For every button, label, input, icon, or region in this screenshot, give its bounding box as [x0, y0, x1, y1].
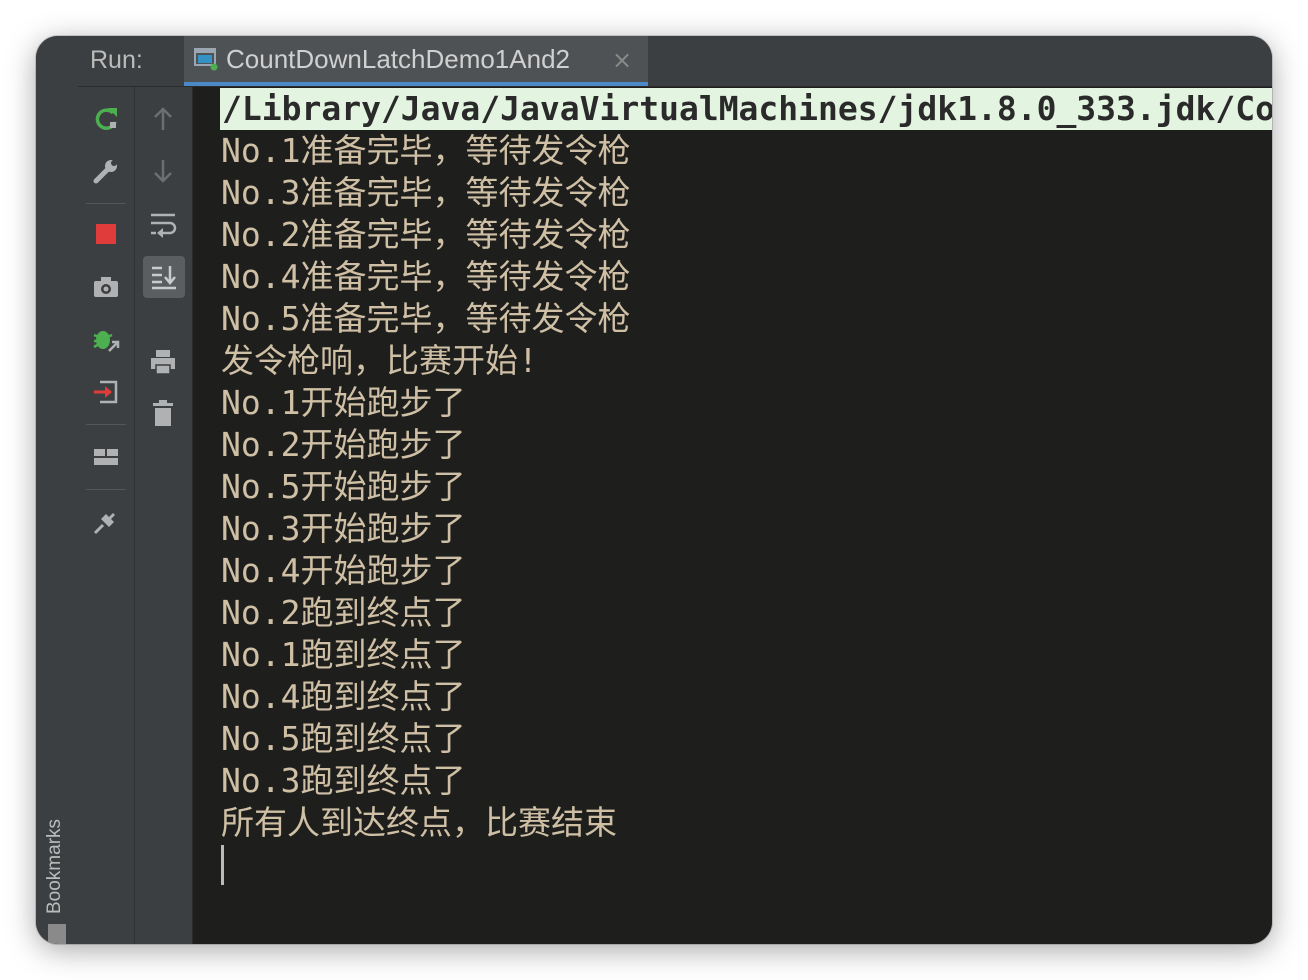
soft-wrap-button[interactable]	[143, 204, 183, 244]
console-line: No.1开始跑步了	[221, 383, 466, 422]
scroll-to-end-button[interactable]	[143, 256, 185, 298]
stop-button[interactable]	[86, 214, 126, 254]
console-line: No.1准备完毕，等待发令枪	[221, 131, 631, 170]
next-occurrence-button[interactable]	[143, 151, 183, 191]
soft-wrap-icon	[151, 213, 177, 238]
console-line: 所有人到达终点，比赛结束	[221, 803, 617, 842]
rerun-button[interactable]	[86, 99, 126, 139]
previous-occurrence-button[interactable]	[143, 99, 183, 139]
print-button[interactable]	[143, 342, 183, 382]
rerun-icon	[95, 108, 117, 130]
console-line: 发令枪响，比赛开始!	[221, 341, 538, 380]
settings-button[interactable]	[86, 151, 126, 191]
console-line: No.2开始跑步了	[221, 425, 466, 464]
toolbar-separator	[86, 489, 126, 490]
console-line: No.5跑到终点了	[221, 719, 466, 758]
console-command-line: /Library/Java/JavaVirtualMachines/jdk1.8…	[220, 88, 1272, 130]
thread-dump-button[interactable]	[86, 267, 126, 307]
console-output[interactable]: /Library/Java/JavaVirtualMachines/jdk1.8…	[193, 87, 1272, 944]
pin-tab-button[interactable]	[86, 502, 126, 542]
console-window-icon	[194, 48, 218, 71]
console-line: No.4开始跑步了	[221, 551, 466, 590]
pin-icon	[93, 513, 115, 535]
console-line: No.3开始跑步了	[221, 509, 466, 548]
clear-all-button[interactable]	[143, 393, 183, 433]
bookmarks-tab[interactable]: Bookmarks	[44, 819, 66, 914]
console-line: No.3跑到终点了	[221, 761, 466, 800]
arrow-down-icon	[154, 160, 172, 183]
print-icon	[151, 350, 175, 375]
tab-label: CountDownLatchDemo1And2	[226, 44, 570, 74]
layout-icon	[94, 449, 118, 465]
console-line: No.5准备完毕，等待发令枪	[221, 299, 631, 338]
console-line: No.3准备完毕，等待发令枪	[221, 173, 631, 212]
trash-icon	[153, 400, 173, 426]
bookmarks-tab-marker	[48, 924, 66, 944]
console-line: No.4准备完毕，等待发令枪	[221, 257, 631, 296]
console-line: No.4跑到终点了	[221, 677, 466, 716]
attach-debugger-button[interactable]	[86, 320, 126, 360]
wrench-icon	[93, 160, 117, 184]
run-toolbar-primary	[78, 87, 135, 944]
tab-countdownlatchdemo[interactable]: CountDownLatchDemo1And2 ×	[184, 36, 648, 86]
console-line: No.1跑到终点了	[221, 635, 466, 674]
toolbar-separator	[86, 424, 126, 425]
arrow-up-icon	[154, 107, 172, 130]
console-line: No.2跑到终点了	[221, 593, 466, 632]
scroll-to-end-icon	[152, 266, 176, 290]
exit-button[interactable]	[86, 372, 126, 412]
stop-icon	[96, 224, 116, 244]
restore-layout-button[interactable]	[86, 437, 126, 477]
toolbar-separator	[86, 203, 126, 204]
left-tool-strip: Bookmarks	[36, 36, 79, 944]
debug-attach-icon	[93, 331, 120, 352]
text-caret	[221, 845, 224, 885]
login-icon	[94, 380, 118, 404]
run-header: Run: CountDownLatchDemo1And2 ×	[78, 36, 1272, 87]
run-label: Run:	[90, 46, 143, 74]
close-icon[interactable]: ×	[612, 46, 632, 74]
camera-icon	[94, 277, 118, 297]
tab-active-indicator	[184, 82, 648, 86]
run-toolbar-secondary	[135, 87, 193, 944]
console-line: No.2准备完毕，等待发令枪	[221, 215, 631, 254]
console-line: No.5开始跑步了	[221, 467, 466, 506]
run-tool-window: Bookmarks Run: CountDownLatchDemo1And2 ×	[36, 36, 1272, 944]
